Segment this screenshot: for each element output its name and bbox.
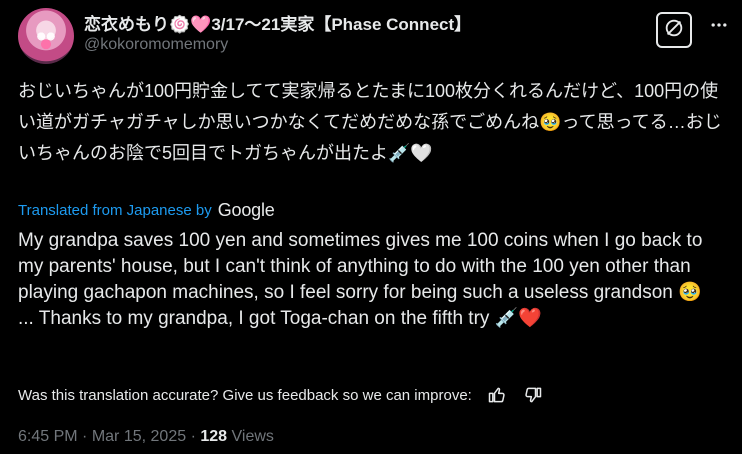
user-handle[interactable]: @kokoromomemory	[84, 36, 228, 54]
more-icon	[709, 15, 729, 40]
translation-feedback: Was this translation accurate? Give us f…	[18, 384, 544, 406]
post-time[interactable]: 6:45 PM	[18, 428, 78, 445]
post-original-text: おじいちゃんが100円貯金してて実家帰るとたまに100枚分くれるんだけど、100…	[18, 81, 722, 163]
thumbs-up-icon[interactable]	[486, 384, 508, 406]
post-translated-text: My grandpa saves 100 yen and sometimes g…	[18, 230, 703, 329]
grok-button[interactable]	[656, 12, 692, 48]
post-metadata: 6:45 PM · Mar 15, 2025 · 128 Views	[18, 428, 274, 446]
more-options-button[interactable]	[704, 12, 734, 42]
avatar[interactable]	[18, 8, 74, 64]
meta-separator: ·	[82, 428, 88, 445]
meta-separator-2: ·	[190, 428, 196, 445]
google-logo: Google	[217, 200, 275, 220]
translation-attribution[interactable]: Translated from Japanese by Google	[18, 200, 275, 221]
translated-label: Translated from Japanese by	[18, 202, 212, 219]
grok-icon	[663, 17, 685, 44]
feedback-prompt: Was this translation accurate? Give us f…	[18, 386, 472, 404]
display-name[interactable]: 恋衣めもり🍥🩷3/17〜21実家【Phase Connect】	[84, 10, 471, 35]
post-date[interactable]: Mar 15, 2025	[92, 428, 186, 445]
views-count: 128	[200, 428, 228, 445]
thumbs-down-icon[interactable]	[522, 384, 544, 406]
views-label: Views	[231, 428, 274, 445]
